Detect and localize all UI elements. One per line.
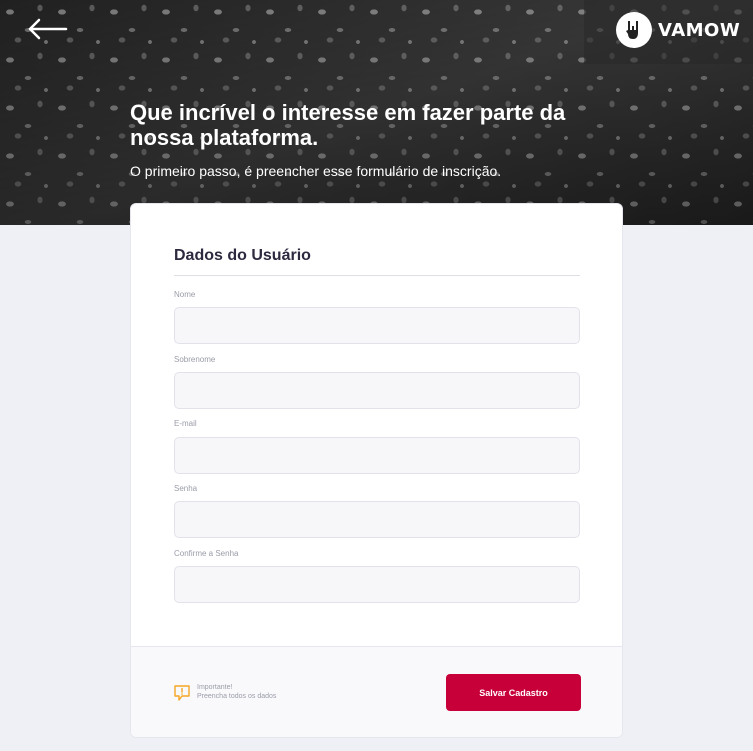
- notice-message: Preencha todos os dados: [197, 693, 277, 700]
- registration-card: Dados do Usuário Nome Sobrenome E-mail S…: [130, 203, 623, 738]
- card-footer: Importante! Preencha todos os dados Salv…: [131, 646, 622, 737]
- rock-hand-icon: [616, 12, 652, 48]
- brand-name: VAMOW: [658, 20, 741, 41]
- confirm-password-label: Confirme a Senha: [174, 549, 239, 558]
- password-input[interactable]: [174, 501, 580, 538]
- password-label: Senha: [174, 484, 198, 493]
- first-name-input[interactable]: [174, 307, 580, 344]
- section-title: Dados do Usuário: [174, 247, 311, 264]
- notice-title: Importante!: [197, 684, 233, 691]
- notice-text: Importante! Preencha todos os dados: [197, 683, 276, 701]
- arrow-left-icon: [28, 18, 68, 40]
- page-subheadline: O primeiro passo, é preencher esse formu…: [130, 163, 502, 179]
- save-registration-button[interactable]: Salvar Cadastro: [446, 674, 581, 711]
- first-name-label: Nome: [174, 290, 196, 299]
- speech-bubble-alert-icon: [174, 685, 190, 701]
- last-name-label: Sobrenome: [174, 355, 216, 364]
- page-headline: Que incrível o interesse em fazer parte …: [130, 100, 566, 150]
- back-button[interactable]: [26, 16, 68, 42]
- title-divider: [174, 275, 580, 276]
- last-name-input[interactable]: [174, 372, 580, 409]
- brand-logo[interactable]: VAMOW: [584, 0, 753, 64]
- email-label: E-mail: [174, 419, 197, 428]
- confirm-password-input[interactable]: [174, 566, 580, 603]
- email-input[interactable]: [174, 437, 580, 474]
